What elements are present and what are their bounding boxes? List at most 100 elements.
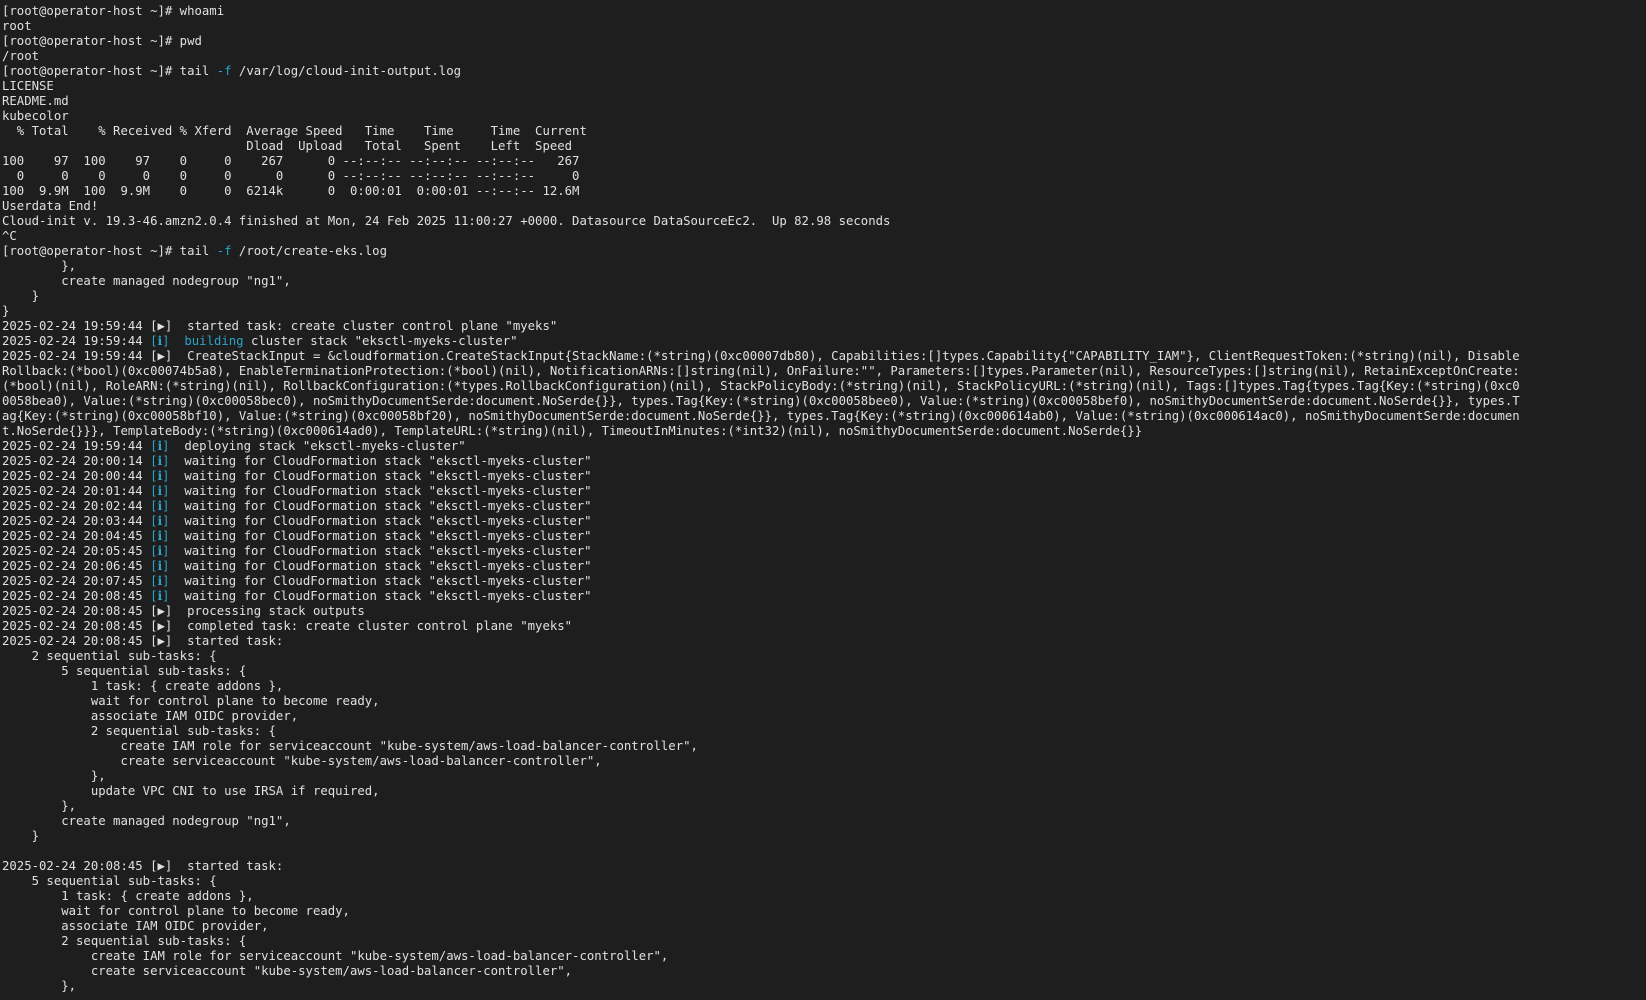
terminal-text: }, bbox=[2, 799, 77, 813]
terminal-highlight-text: [ℹ] bbox=[150, 544, 170, 558]
terminal-text: 2025-02-24 19:59:44 [▶] started task: cr… bbox=[2, 319, 558, 333]
terminal-line: 2 sequential sub-tasks: { bbox=[2, 724, 1646, 739]
terminal-line: % Total % Received % Xferd Average Speed… bbox=[2, 124, 1646, 139]
terminal-highlight-text: [ℹ] building bbox=[150, 334, 244, 348]
terminal-text: associate IAM OIDC provider, bbox=[2, 919, 269, 933]
terminal-text: Userdata End! bbox=[2, 199, 99, 213]
terminal-text: kubecolor bbox=[2, 109, 69, 123]
terminal-text: 0058bea0), Value:(*string)(0xc00058bec0)… bbox=[2, 394, 1520, 408]
terminal-line: README.md bbox=[2, 94, 1646, 109]
terminal-line: 1 task: { create addons }, bbox=[2, 889, 1646, 904]
terminal-line: 100 9.9M 100 9.9M 0 0 6214k 0 0:00:01 0:… bbox=[2, 184, 1646, 199]
terminal-line: 2025-02-24 20:06:45 [ℹ] waiting for Clou… bbox=[2, 559, 1646, 574]
terminal-text: waiting for CloudFormation stack "eksctl… bbox=[169, 589, 592, 603]
terminal-text: }, bbox=[2, 769, 106, 783]
terminal-text: 2025-02-24 20:08:45 [▶] processing stack… bbox=[2, 604, 365, 618]
terminal-text: waiting for CloudFormation stack "eksctl… bbox=[169, 469, 592, 483]
terminal-text: 100 97 100 97 0 0 267 0 --:--:-- --:--:-… bbox=[2, 154, 580, 168]
terminal-highlight-text: [ℹ] bbox=[150, 589, 170, 603]
terminal-line: LICENSE bbox=[2, 79, 1646, 94]
terminal-line: [root@operator-host ~]# whoami bbox=[2, 4, 1646, 19]
terminal-text: waiting for CloudFormation stack "eksctl… bbox=[169, 514, 592, 528]
terminal-text: [root@operator-host ~]# whoami bbox=[2, 4, 225, 18]
terminal-text: 1 task: { create addons }, bbox=[2, 679, 284, 693]
terminal-highlight-text: [ℹ] bbox=[150, 469, 170, 483]
terminal-line: ag{Key:(*string)(0xc00058bf10), Value:(*… bbox=[2, 409, 1646, 424]
terminal-line: } bbox=[2, 304, 1646, 319]
terminal-line: 5 sequential sub-tasks: { bbox=[2, 874, 1646, 889]
terminal-line: 2 sequential sub-tasks: { bbox=[2, 934, 1646, 949]
terminal-highlight-text: [ℹ] bbox=[150, 559, 170, 573]
terminal-highlight-text: [ℹ] bbox=[150, 454, 170, 468]
terminal-text: 2025-02-24 20:08:45 [▶] started task: bbox=[2, 634, 284, 648]
terminal-line: 2025-02-24 19:59:44 [ℹ] building cluster… bbox=[2, 334, 1646, 349]
terminal-line: [root@operator-host ~]# tail -f /var/log… bbox=[2, 64, 1646, 79]
terminal-line: 2025-02-24 19:59:44 [▶] started task: cr… bbox=[2, 319, 1646, 334]
terminal-line: create IAM role for serviceaccount "kube… bbox=[2, 949, 1646, 964]
terminal-line: associate IAM OIDC provider, bbox=[2, 709, 1646, 724]
terminal-text: 2 sequential sub-tasks: { bbox=[2, 649, 217, 663]
terminal-text: README.md bbox=[2, 94, 69, 108]
terminal-line: create managed nodegroup "ng1", bbox=[2, 274, 1646, 289]
terminal-text: create managed nodegroup "ng1", bbox=[2, 274, 291, 288]
terminal-text: 2025-02-24 20:00:14 bbox=[2, 454, 151, 468]
terminal-text: update VPC CNI to use IRSA if required, bbox=[2, 784, 380, 798]
terminal-highlight-text: [ℹ] bbox=[150, 484, 170, 498]
terminal-highlight-text: [ℹ] bbox=[150, 529, 170, 543]
terminal-line: 5 sequential sub-tasks: { bbox=[2, 664, 1646, 679]
terminal-text: 2025-02-24 20:08:45 [▶] completed task: … bbox=[2, 619, 573, 633]
terminal-text: Rollback:(*bool)(0xc00074b5a8), EnableTe… bbox=[2, 364, 1520, 378]
terminal-text: /root/create-eks.log bbox=[231, 244, 387, 258]
terminal-window[interactable]: [root@operator-host ~]# whoami root [root@… bbox=[0, 0, 1646, 1000]
terminal-line: 2025-02-24 20:00:44 [ℹ] waiting for Clou… bbox=[2, 469, 1646, 484]
terminal-line: 2025-02-24 20:08:45 [▶] started task: bbox=[2, 859, 1646, 874]
terminal-output: [root@operator-host ~]# whoami root [root@… bbox=[2, 4, 1646, 994]
terminal-line: } bbox=[2, 829, 1646, 844]
terminal-text: wait for control plane to become ready, bbox=[2, 694, 380, 708]
terminal-text: } bbox=[2, 829, 40, 843]
terminal-line: Rollback:(*bool)(0xc00074b5a8), EnableTe… bbox=[2, 364, 1646, 379]
terminal-highlight-text: [ℹ] bbox=[150, 574, 170, 588]
terminal-text: waiting for CloudFormation stack "eksctl… bbox=[169, 574, 592, 588]
terminal-text: 2025-02-24 20:03:44 bbox=[2, 514, 151, 528]
terminal-text: waiting for CloudFormation stack "eksctl… bbox=[169, 454, 592, 468]
terminal-line: } bbox=[2, 289, 1646, 304]
terminal-line: create serviceaccount "kube-system/aws-l… bbox=[2, 754, 1646, 769]
terminal-text: ag{Key:(*string)(0xc00058bf10), Value:(*… bbox=[2, 409, 1520, 423]
terminal-text: 2025-02-24 20:08:45 bbox=[2, 589, 151, 603]
terminal-line: 2025-02-24 20:04:45 [ℹ] waiting for Clou… bbox=[2, 529, 1646, 544]
terminal-line: 2025-02-24 20:01:44 [ℹ] waiting for Clou… bbox=[2, 484, 1646, 499]
terminal-line: kubecolor bbox=[2, 109, 1646, 124]
terminal-line: root bbox=[2, 19, 1646, 34]
terminal-text: t.NoSerde{}}}, TemplateBody:(*string)(0x… bbox=[2, 424, 1143, 438]
terminal-text: (*bool)(nil), RoleARN:(*string)(nil), Ro… bbox=[2, 379, 1520, 393]
terminal-text: 0 0 0 0 0 0 0 0 --:--:-- --:--:-- --:--:… bbox=[2, 169, 580, 183]
terminal-text: wait for control plane to become ready, bbox=[2, 904, 350, 918]
terminal-line: 2025-02-24 20:08:45 [▶] processing stack… bbox=[2, 604, 1646, 619]
terminal-scrollbar[interactable] bbox=[1638, 0, 1646, 1000]
terminal-text: 5 sequential sub-tasks: { bbox=[2, 874, 217, 888]
terminal-line: [root@operator-host ~]# pwd bbox=[2, 34, 1646, 49]
terminal-line: associate IAM OIDC provider, bbox=[2, 919, 1646, 934]
terminal-text: }, bbox=[2, 259, 77, 273]
terminal-text: 2025-02-24 19:59:44 [▶] CreateStackInput… bbox=[2, 349, 1520, 363]
terminal-text: }, bbox=[2, 979, 77, 993]
terminal-text: waiting for CloudFormation stack "eksctl… bbox=[169, 559, 592, 573]
terminal-text: cluster stack "eksctl-myeks-cluster" bbox=[243, 334, 518, 348]
terminal-line: Userdata End! bbox=[2, 199, 1646, 214]
terminal-line: wait for control plane to become ready, bbox=[2, 904, 1646, 919]
terminal-line: /root bbox=[2, 49, 1646, 64]
terminal-line: 2025-02-24 20:05:45 [ℹ] waiting for Clou… bbox=[2, 544, 1646, 559]
terminal-line: 2025-02-24 20:08:45 [▶] started task: bbox=[2, 634, 1646, 649]
terminal-text: waiting for CloudFormation stack "eksctl… bbox=[169, 544, 592, 558]
terminal-text: [root@operator-host ~]# tail bbox=[2, 244, 217, 258]
terminal-text: associate IAM OIDC provider, bbox=[2, 709, 299, 723]
terminal-line: wait for control plane to become ready, bbox=[2, 694, 1646, 709]
terminal-line: create managed nodegroup "ng1", bbox=[2, 814, 1646, 829]
terminal-line: update VPC CNI to use IRSA if required, bbox=[2, 784, 1646, 799]
terminal-text: 2025-02-24 19:59:44 bbox=[2, 334, 151, 348]
terminal-text: root bbox=[2, 19, 32, 33]
terminal-line: [root@operator-host ~]# tail -f /root/cr… bbox=[2, 244, 1646, 259]
terminal-line: 2025-02-24 20:08:45 [▶] completed task: … bbox=[2, 619, 1646, 634]
terminal-text: 2025-02-24 20:05:45 bbox=[2, 544, 151, 558]
